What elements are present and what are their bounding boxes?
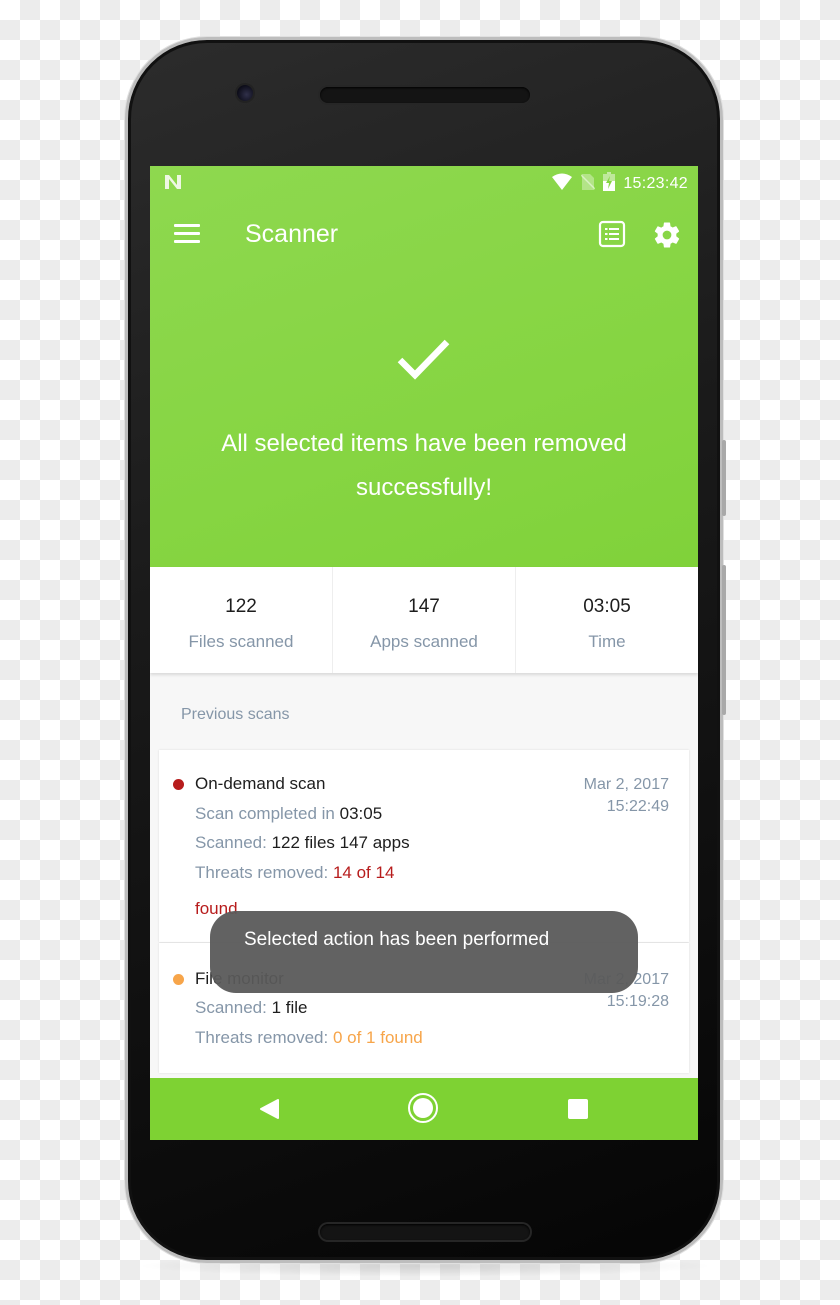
stat-value: 122 [225,596,257,617]
stat-value: 03:05 [583,596,631,617]
no-sim-icon [580,173,596,195]
page-title: Scanner [245,220,339,248]
bottom-speaker [320,1224,530,1240]
hamburger-menu-icon[interactable] [174,224,200,244]
scanner-header: 15:23:42 Scanner All selected items have… [150,166,698,567]
report-list-icon[interactable] [598,220,626,248]
scanned-value: 1 file [271,998,308,1017]
home-icon[interactable] [408,1093,438,1123]
scan-scanned: Scanned: 1 file [195,998,308,1018]
stat-apps-scanned: 147 Apps scanned [333,567,516,673]
checkmark-icon [396,336,452,382]
scan-scanned: Scanned: 122 files 147 apps [195,833,410,853]
back-icon[interactable] [258,1098,280,1120]
gear-icon[interactable] [652,220,682,250]
stat-label: Apps scanned [370,632,478,651]
system-nav-bar [150,1078,698,1140]
success-message: All selected items have been removed suc… [221,430,627,501]
threats-value: 0 of 1 found [332,1028,423,1047]
scanned-value: 122 files 147 apps [271,833,410,852]
stat-label: Files scanned [188,632,294,651]
front-camera [237,85,253,101]
previous-scans-heading: Previous scans [181,706,290,723]
volume-button [722,440,726,516]
duration-label: Scan completed in [195,804,335,823]
stat-value: 147 [408,596,440,617]
app-screen: 15:23:42 Scanner All selected items have… [150,166,698,1140]
stat-files-scanned: 122 Files scanned [150,567,333,673]
scan-time: 15:19:28 [606,993,669,1010]
status-dot-icon [173,779,184,790]
scan-title: On-demand scan [195,774,326,793]
power-button [722,565,726,715]
recents-icon[interactable] [568,1099,588,1119]
scan-stats: 122 Files scanned 147 Apps scanned 03:05… [150,567,698,673]
scan-date: Mar 2, 2017 [583,776,669,793]
toolbar: Scanner [150,212,698,260]
duration-value: 03:05 [339,804,383,823]
scanned-label: Scanned: [195,998,267,1017]
n-logo-icon [164,174,182,195]
top-speaker [320,87,530,103]
scan-time: 15:22:49 [606,798,669,815]
status-time: 15:23:42 [623,174,688,192]
scan-datetime: Mar 2, 2017 15:22:49 [584,774,669,818]
wifi-icon [551,173,573,195]
scan-threats: Threats removed: 14 of 14 [195,863,394,883]
threats-label: Threats removed: [195,863,329,882]
toast-message: Selected action has been performed [210,911,638,993]
status-dot-icon [173,974,184,985]
stat-label: Time [588,632,626,651]
threats-label: Threats removed: [195,1028,329,1047]
stat-time: 03:05 Time [516,567,698,673]
scanned-label: Scanned: [195,833,267,852]
battery-charging-icon [603,172,616,195]
scan-duration: Scan completed in 03:05 [195,804,382,824]
threats-value: 14 of 14 [332,863,395,882]
status-bar: 15:23:42 [150,166,698,200]
scan-threats: Threats removed: 0 of 1 found [195,1028,423,1048]
